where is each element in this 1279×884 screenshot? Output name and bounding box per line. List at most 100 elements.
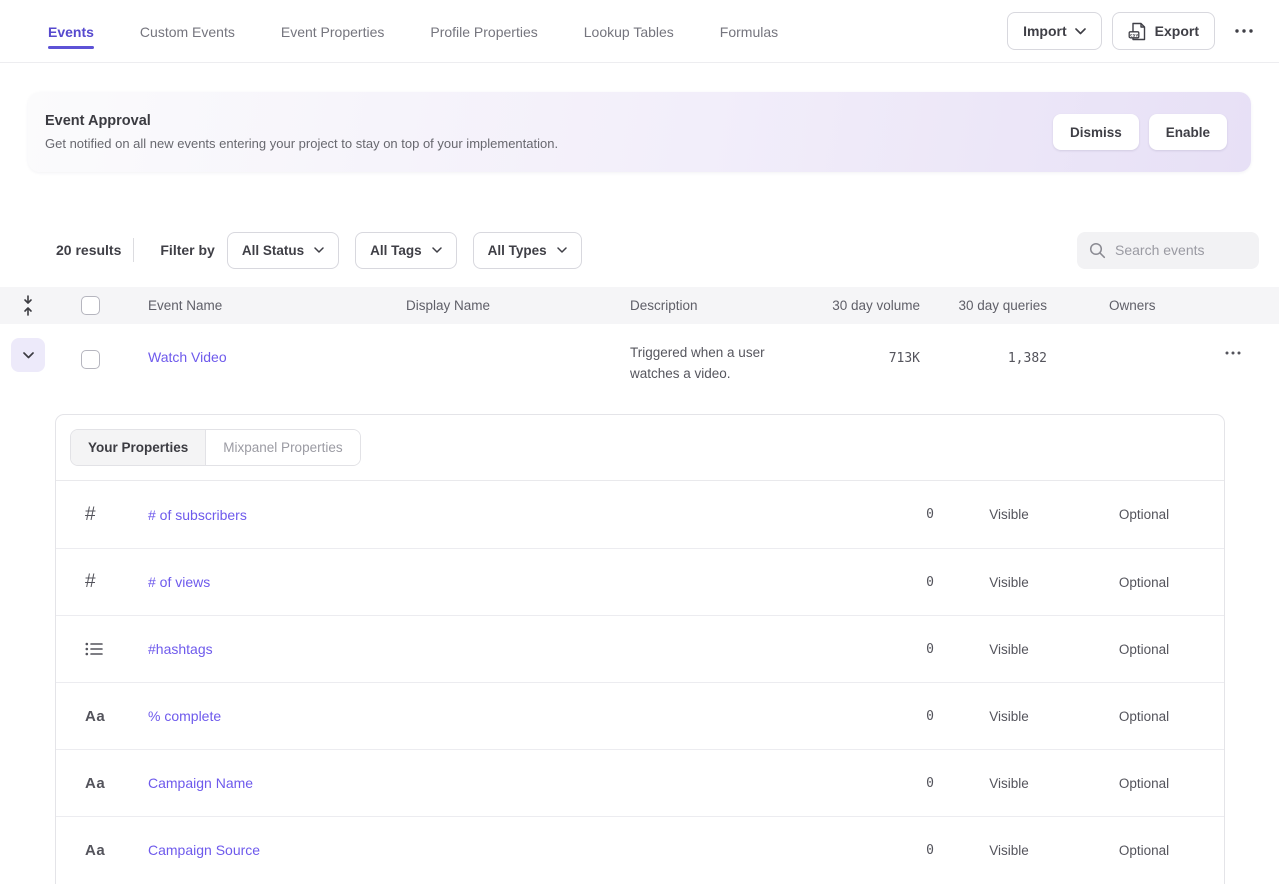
banner-text: Event Approval Get notified on all new e… <box>45 113 558 151</box>
tab-events-label: Events <box>48 24 94 40</box>
chevron-down-icon <box>432 247 442 253</box>
tab-custom-events[interactable]: Custom Events <box>140 0 235 62</box>
description-cell: Triggered when a user watches a video. <box>608 342 798 384</box>
property-visibility: Visible <box>934 776 1084 791</box>
property-requirement: Optional <box>1084 507 1204 522</box>
chevron-down-icon <box>23 352 34 359</box>
search-input[interactable] <box>1115 242 1247 258</box>
property-requirement: Optional <box>1084 642 1204 657</box>
tags-filter-dropdown[interactable]: All Tags <box>355 232 457 269</box>
event-name-link[interactable]: Watch Video <box>126 342 384 365</box>
table-header-row: Event Name Display Name Description 30 d… <box>0 287 1279 324</box>
dismiss-button[interactable]: Dismiss <box>1053 114 1139 150</box>
enable-button[interactable]: Enable <box>1149 114 1227 150</box>
row-actions-button[interactable] <box>1219 345 1247 361</box>
property-name-link[interactable]: # of subscribers <box>148 507 854 523</box>
tab-profile-properties[interactable]: Profile Properties <box>430 0 537 62</box>
property-visibility: Visible <box>934 642 1084 657</box>
list-icon <box>85 641 148 657</box>
column-header-owners: Owners <box>1047 298 1187 313</box>
column-header-description: Description <box>608 298 798 313</box>
chevron-down-icon <box>314 247 324 253</box>
property-visibility: Visible <box>934 709 1084 724</box>
volume-cell: 713K <box>798 342 920 366</box>
text-icon: Aa <box>85 842 148 859</box>
property-count: 0 <box>854 776 934 791</box>
column-header-volume: 30 day volume <box>798 298 920 313</box>
types-filter-dropdown[interactable]: All Types <box>473 232 582 269</box>
properties-tab-bar: Your Properties Mixpanel Properties <box>56 415 1224 480</box>
number-icon: # <box>85 571 148 593</box>
results-count: 20 results <box>56 242 121 258</box>
property-row: # # of subscribers 0 Visible Optional <box>56 481 1224 548</box>
export-button-label: Export <box>1155 23 1199 39</box>
csv-file-icon: csv <box>1128 22 1147 41</box>
import-button[interactable]: Import <box>1007 12 1102 50</box>
tab-lookup-tables[interactable]: Lookup Tables <box>584 0 674 62</box>
property-row: Aa Campaign Name 0 Visible Optional <box>56 749 1224 816</box>
number-icon: # <box>85 504 148 526</box>
table-row: Watch Video Triggered when a user watche… <box>0 324 1279 404</box>
active-tab-underline <box>48 46 94 49</box>
chevron-down-icon <box>557 247 567 253</box>
vertical-divider <box>133 238 134 262</box>
tab-your-properties[interactable]: Your Properties <box>71 430 205 465</box>
import-button-label: Import <box>1023 23 1067 39</box>
event-properties-panel: Your Properties Mixpanel Properties # # … <box>55 414 1225 884</box>
collapse-row-button[interactable] <box>11 338 45 372</box>
property-visibility: Visible <box>934 507 1084 522</box>
property-requirement: Optional <box>1084 776 1204 791</box>
svg-text:csv: csv <box>1130 33 1139 38</box>
property-visibility: Visible <box>934 843 1084 858</box>
ellipsis-icon <box>1235 29 1253 33</box>
search-box <box>1077 232 1259 269</box>
property-requirement: Optional <box>1084 843 1204 858</box>
filter-by-label: Filter by <box>160 242 214 258</box>
property-name-link[interactable]: # of views <box>148 574 854 590</box>
property-count: 0 <box>854 507 934 522</box>
chevron-down-icon <box>1075 28 1086 35</box>
more-menu-button[interactable] <box>1231 23 1257 39</box>
collapse-all-icon[interactable] <box>21 294 35 317</box>
tab-mixpanel-properties[interactable]: Mixpanel Properties <box>205 430 359 465</box>
property-row: # # of views 0 Visible Optional <box>56 548 1224 615</box>
event-approval-banner: Event Approval Get notified on all new e… <box>28 92 1251 172</box>
export-button[interactable]: csv Export <box>1112 12 1215 50</box>
property-count: 0 <box>854 843 934 858</box>
banner-description: Get notified on all new events entering … <box>45 136 558 151</box>
select-all-checkbox[interactable] <box>81 296 100 315</box>
property-name-link[interactable]: #hashtags <box>148 641 854 657</box>
property-name-link[interactable]: Campaign Source <box>148 842 854 858</box>
filter-toolbar: 20 results Filter by All Status All Tags… <box>0 231 1279 269</box>
column-header-display-name: Display Name <box>384 298 608 313</box>
row-checkbox[interactable] <box>81 350 100 369</box>
property-requirement: Optional <box>1084 575 1204 590</box>
property-name-link[interactable]: Campaign Name <box>148 775 854 791</box>
tab-events[interactable]: Events <box>48 0 94 62</box>
property-count: 0 <box>854 709 934 724</box>
nav-actions: Import csv Export <box>1007 0 1257 62</box>
property-row: Aa Campaign Source 0 Visible Optional <box>56 816 1224 883</box>
events-table: Event Name Display Name Description 30 d… <box>0 287 1279 404</box>
banner-actions: Dismiss Enable <box>1053 114 1227 150</box>
property-row: Aa % complete 0 Visible Optional <box>56 682 1224 749</box>
text-icon: Aa <box>85 708 148 725</box>
property-row: #hashtags 0 Visible Optional <box>56 615 1224 682</box>
tab-event-properties[interactable]: Event Properties <box>281 0 385 62</box>
search-icon <box>1089 242 1106 259</box>
property-requirement: Optional <box>1084 709 1204 724</box>
property-visibility: Visible <box>934 575 1084 590</box>
property-count: 0 <box>854 575 934 590</box>
properties-segmented-control: Your Properties Mixpanel Properties <box>70 429 361 466</box>
queries-cell: 1,382 <box>920 342 1047 366</box>
top-navigation: Events Custom Events Event Properties Pr… <box>0 0 1279 63</box>
tab-formulas[interactable]: Formulas <box>720 0 778 62</box>
property-name-link[interactable]: % complete <box>148 708 854 724</box>
lexicon-tabs: Events Custom Events Event Properties Pr… <box>48 0 778 62</box>
status-filter-dropdown[interactable]: All Status <box>227 232 339 269</box>
column-header-queries: 30 day queries <box>920 298 1047 313</box>
property-count: 0 <box>854 642 934 657</box>
banner-title: Event Approval <box>45 113 558 129</box>
column-header-event-name: Event Name <box>126 298 384 313</box>
ellipsis-icon <box>1225 351 1241 355</box>
